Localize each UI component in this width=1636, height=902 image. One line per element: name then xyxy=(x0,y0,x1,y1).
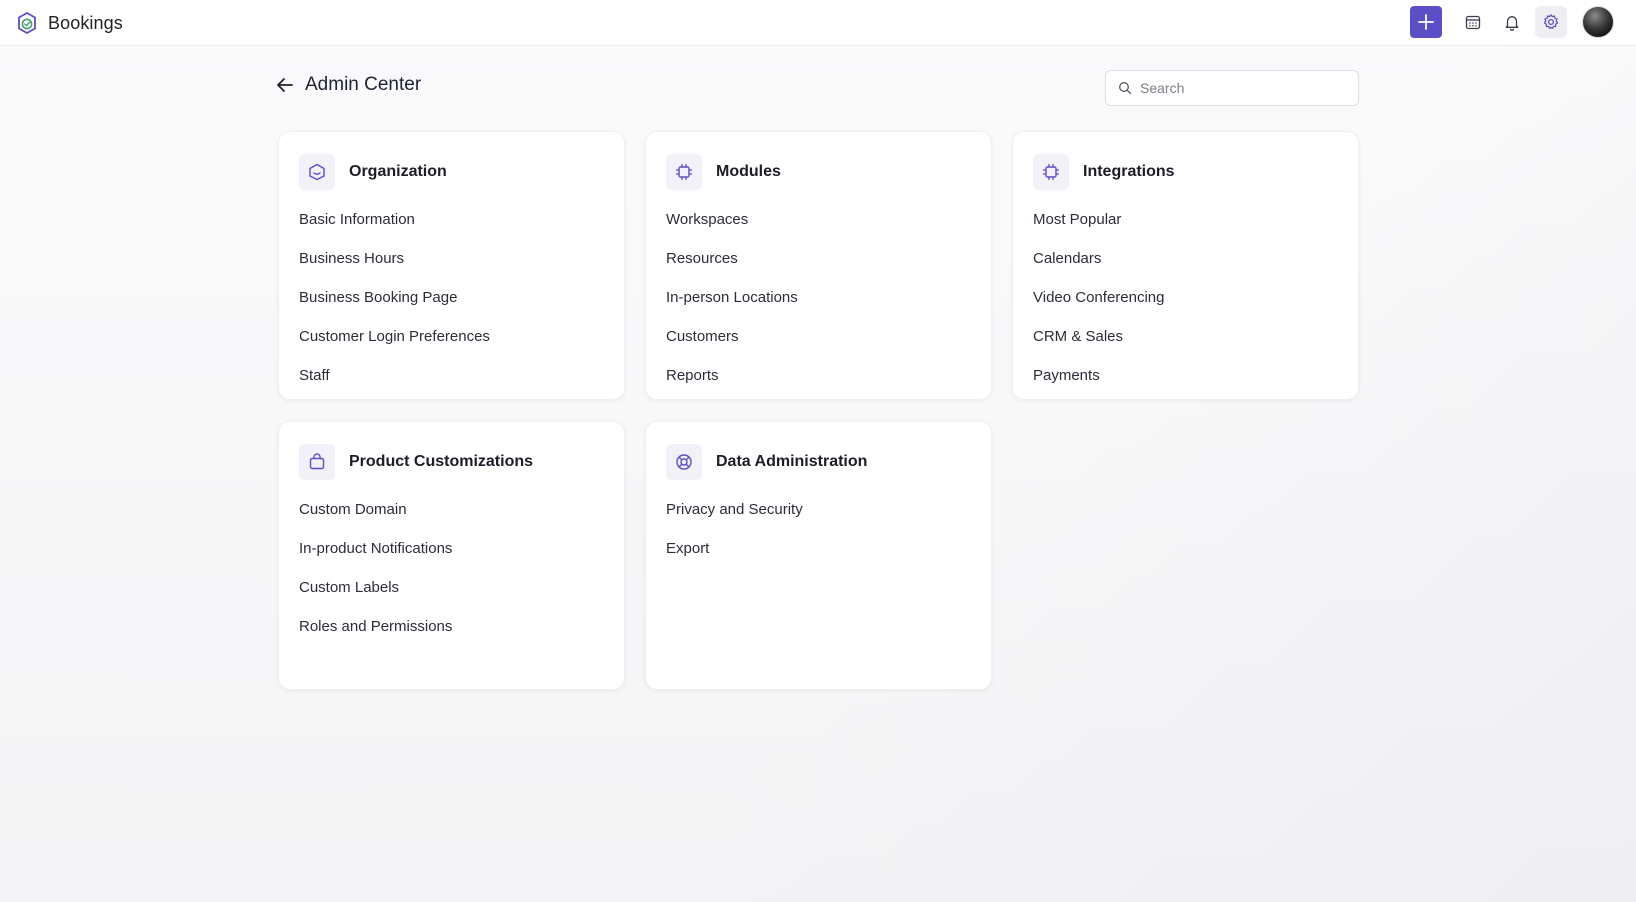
search-input[interactable] xyxy=(1140,80,1340,96)
notifications-button[interactable] xyxy=(1496,6,1528,38)
card-title: Organization xyxy=(349,163,447,180)
top-bar: Bookings xyxy=(0,0,1636,46)
page-header: Admin Center xyxy=(275,74,421,96)
arrow-left-icon[interactable] xyxy=(275,75,295,95)
link-business-hours[interactable]: Business Hours xyxy=(299,239,604,278)
page-title: Admin Center xyxy=(305,74,422,95)
calendar-button[interactable] xyxy=(1457,6,1489,38)
card-integrations: Integrations Most Popular Calendars Vide… xyxy=(1012,131,1359,400)
organization-icon xyxy=(299,154,335,190)
card-modules: Modules Workspaces Resources In-person L… xyxy=(645,131,992,400)
link-calendars[interactable]: Calendars xyxy=(1033,239,1338,278)
link-video-conferencing[interactable]: Video Conferencing xyxy=(1033,278,1338,317)
link-workspaces[interactable]: Workspaces xyxy=(666,200,971,239)
link-most-popular[interactable]: Most Popular xyxy=(1033,200,1338,239)
link-privacy-and-security[interactable]: Privacy and Security xyxy=(666,490,971,529)
link-basic-information[interactable]: Basic Information xyxy=(299,200,604,239)
card-organization: Organization Basic Information Business … xyxy=(278,131,625,400)
link-staff[interactable]: Staff xyxy=(299,356,604,395)
card-header: Data Administration xyxy=(666,444,971,480)
plus-icon xyxy=(1418,14,1434,30)
brand[interactable]: Bookings xyxy=(14,10,123,36)
link-reports[interactable]: Reports xyxy=(666,356,971,395)
link-business-booking-page[interactable]: Business Booking Page xyxy=(299,278,604,317)
link-resources[interactable]: Resources xyxy=(666,239,971,278)
bookings-logo-icon xyxy=(18,12,36,34)
card-title: Integrations xyxy=(1083,163,1175,180)
link-in-product-notifications[interactable]: In-product Notifications xyxy=(299,529,604,568)
modules-icon xyxy=(666,154,702,190)
link-crm-sales[interactable]: CRM & Sales xyxy=(1033,317,1338,356)
link-custom-domain[interactable]: Custom Domain xyxy=(299,490,604,529)
link-customers[interactable]: Customers xyxy=(666,317,971,356)
app-name: Bookings xyxy=(48,12,123,33)
gear-icon xyxy=(1543,14,1559,29)
lifebuoy-icon xyxy=(666,444,702,480)
card-header: Product Customizations xyxy=(299,444,604,480)
card-header: Modules xyxy=(666,154,971,190)
link-roles-and-permissions[interactable]: Roles and Permissions xyxy=(299,607,604,646)
search-box[interactable] xyxy=(1105,70,1359,106)
settings-button[interactable] xyxy=(1535,6,1567,38)
card-product-customizations: Product Customizations Custom Domain In-… xyxy=(278,421,625,690)
integrations-icon xyxy=(1033,154,1069,190)
shopping-bag-icon xyxy=(299,444,335,480)
card-data-administration: Data Administration Privacy and Security… xyxy=(645,421,992,690)
top-actions xyxy=(1410,6,1614,38)
card-header: Organization xyxy=(299,154,604,190)
add-button[interactable] xyxy=(1410,6,1442,38)
link-payments[interactable]: Payments xyxy=(1033,356,1338,395)
link-export[interactable]: Export xyxy=(666,529,971,568)
link-customer-login-preferences[interactable]: Customer Login Preferences xyxy=(299,317,604,356)
search-icon xyxy=(1119,82,1132,95)
user-avatar[interactable] xyxy=(1582,6,1614,38)
bell-icon xyxy=(1505,16,1519,31)
card-header: Integrations xyxy=(1033,154,1338,190)
card-title: Modules xyxy=(716,163,781,180)
link-custom-labels[interactable]: Custom Labels xyxy=(299,568,604,607)
card-title: Data Administration xyxy=(716,453,868,470)
link-in-person-locations[interactable]: In-person Locations xyxy=(666,278,971,317)
card-title: Product Customizations xyxy=(349,453,534,470)
calendar-icon xyxy=(1465,15,1481,30)
